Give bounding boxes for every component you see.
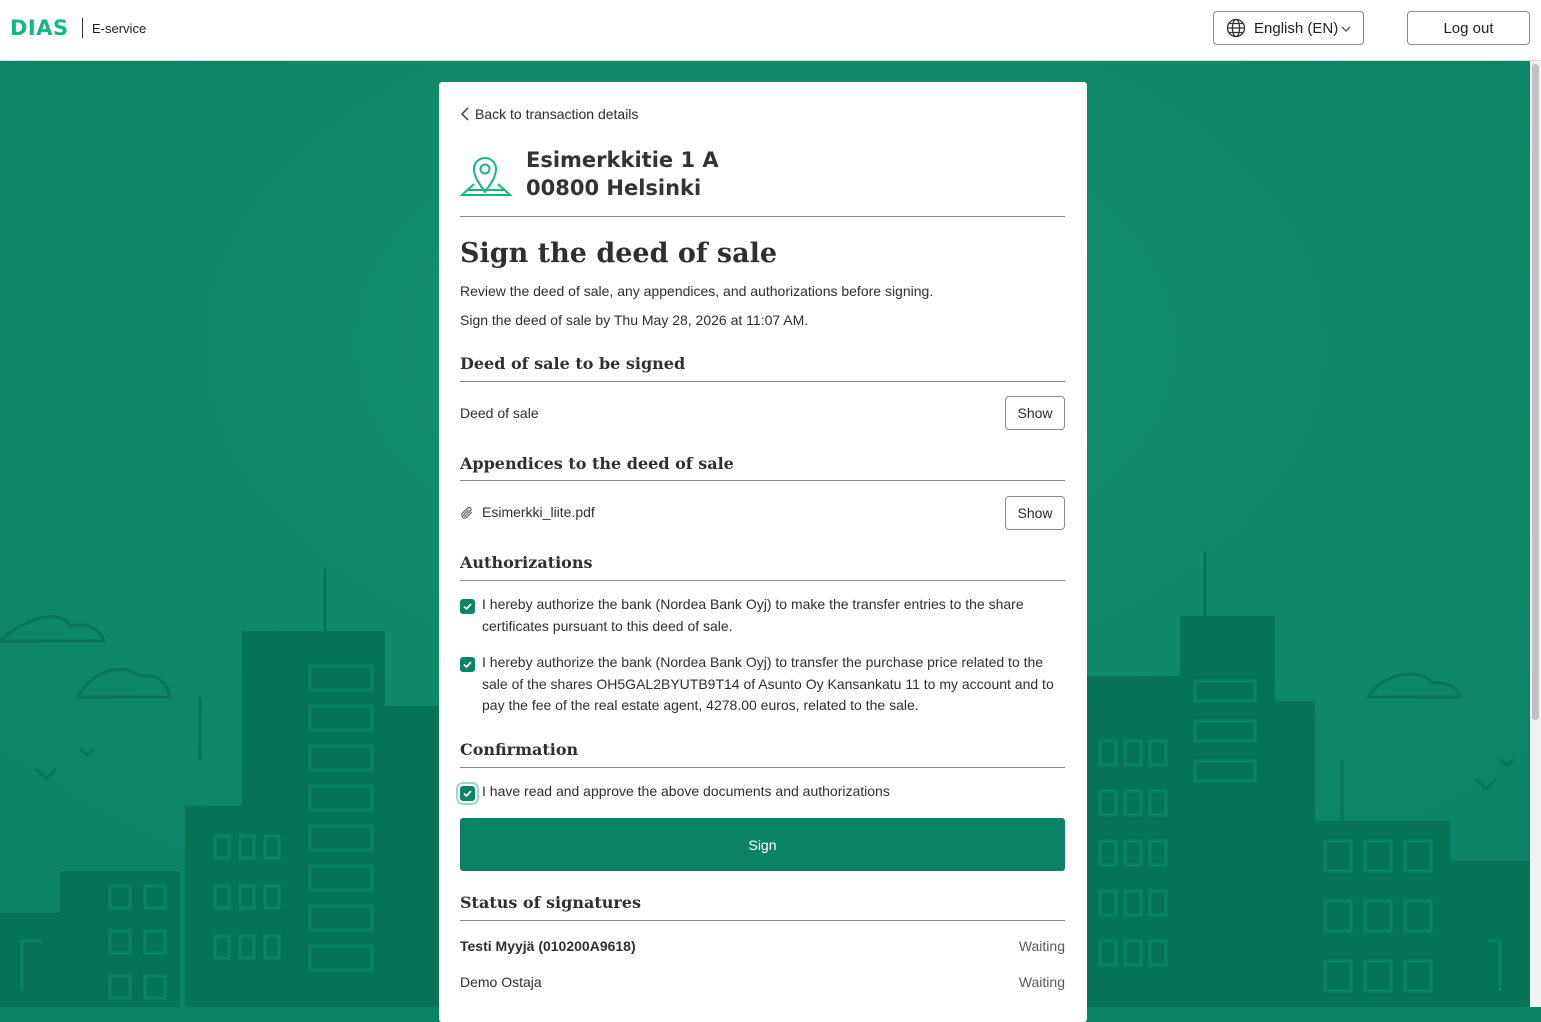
- divider: [460, 920, 1065, 921]
- divider: [460, 580, 1065, 581]
- chevron-down-icon: [1341, 26, 1351, 32]
- scrollbar-thumb[interactable]: [1532, 64, 1539, 720]
- map-pin-icon: [460, 157, 512, 196]
- address-street: Esimerkkitie 1 A: [526, 148, 719, 172]
- signer-2-status: Waiting: [1018, 974, 1065, 990]
- confirmation-section-title: Confirmation: [460, 740, 579, 759]
- check-icon: [463, 603, 472, 611]
- appendices-section-title: Appendices to the deed of sale: [460, 454, 734, 473]
- logout-button[interactable]: Log out: [1407, 11, 1530, 45]
- chevron-left-icon: [461, 107, 469, 121]
- divider: [460, 767, 1065, 768]
- authorization-2-text: I hereby authorize the bank (Nordea Bank…: [482, 654, 1054, 713]
- signatures-section-title: Status of signatures: [460, 893, 641, 912]
- authorization-1-checkbox[interactable]: [460, 599, 475, 614]
- paperclip-icon: [461, 506, 473, 519]
- confirmation-checkbox[interactable]: [460, 786, 475, 801]
- back-to-transaction-link[interactable]: Back to transaction details: [460, 106, 638, 122]
- appendix-file-name[interactable]: Esimerkki_liite.pdf: [482, 504, 595, 520]
- signer-1-name: Testi Myyjä (010200A9618): [460, 938, 636, 954]
- deed-section-title: Deed of sale to be signed: [460, 354, 686, 373]
- address-city: 00800 Helsinki: [526, 176, 702, 200]
- show-deed-button[interactable]: Show: [1005, 396, 1065, 430]
- language-select[interactable]: English (EN): [1213, 11, 1364, 45]
- authorizations-section-title: Authorizations: [460, 553, 593, 572]
- language-label: English (EN): [1254, 19, 1339, 37]
- page-title: Sign the deed of sale: [460, 238, 778, 269]
- logo-separator: [82, 18, 83, 38]
- confirmation-text: I have read and approve the above docume…: [482, 783, 890, 799]
- page-description: Review the deed of sale, any appendices,…: [460, 283, 934, 299]
- deed-of-sale-label: Deed of sale: [460, 405, 539, 421]
- service-name: E-service: [92, 21, 147, 36]
- signing-deadline: Sign the deed of sale by Thu May 28, 202…: [460, 312, 809, 328]
- top-bar: DIAS E-service English (EN) Log out: [0, 0, 1541, 61]
- signer-1-status: Waiting: [1018, 938, 1065, 954]
- back-link-label: Back to transaction details: [475, 106, 639, 122]
- authorization-1-text: I hereby authorize the bank (Nordea Bank…: [482, 596, 1024, 634]
- check-icon: [463, 790, 472, 798]
- dias-logo[interactable]: DIAS: [10, 16, 69, 40]
- check-icon: [463, 661, 472, 669]
- authorization-2-checkbox[interactable]: [460, 657, 475, 672]
- sign-button[interactable]: Sign: [460, 818, 1065, 871]
- divider: [460, 216, 1065, 217]
- divider: [460, 381, 1065, 382]
- divider: [460, 480, 1065, 481]
- sign-deed-card: Back to transaction details Esimerkkitie…: [439, 82, 1087, 1022]
- globe-icon: [1226, 18, 1246, 38]
- signer-2-name: Demo Ostaja: [460, 974, 542, 990]
- show-appendix-button[interactable]: Show: [1005, 496, 1065, 530]
